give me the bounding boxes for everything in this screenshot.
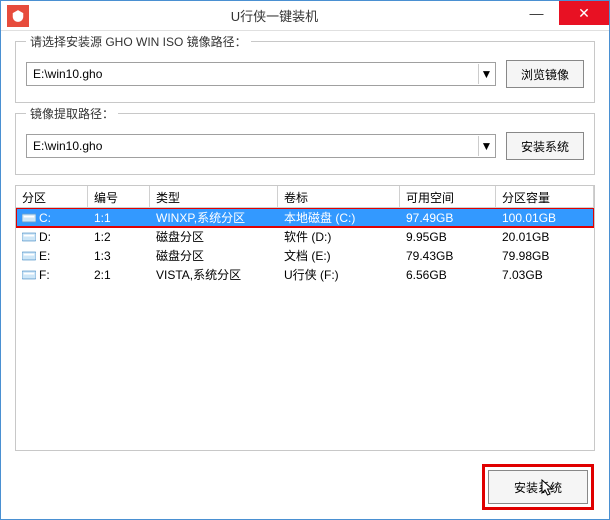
footer: 安装系统 (15, 461, 595, 507)
cell-partition: C: (16, 209, 88, 227)
cell-number: 2:1 (88, 266, 150, 284)
col-volume[interactable]: 卷标 (278, 186, 400, 207)
table-row[interactable]: C:1:1WINXP,系统分区本地磁盘 (C:)97.49GB100.01GB (16, 208, 594, 227)
cell-type: 磁盘分区 (150, 245, 278, 266)
extract-path-combo[interactable]: ▼ (26, 134, 496, 158)
cell-type: 磁盘分区 (150, 226, 278, 247)
extract-path-input[interactable] (26, 134, 496, 158)
cell-free: 79.43GB (400, 247, 496, 265)
app-icon (7, 5, 29, 27)
cell-number: 1:1 (88, 209, 150, 227)
cell-partition: D: (16, 228, 88, 246)
cell-free: 6.56GB (400, 266, 496, 284)
col-type[interactable]: 类型 (150, 186, 278, 207)
install-system-button-top[interactable]: 安装系统 (506, 132, 584, 160)
col-partition[interactable]: 分区 (16, 186, 88, 207)
cell-partition: F: (16, 266, 88, 284)
cell-number: 1:2 (88, 228, 150, 246)
cell-number: 1:3 (88, 247, 150, 265)
cell-volume: U行侠 (F:) (278, 264, 400, 285)
col-free[interactable]: 可用空间 (400, 186, 496, 207)
source-group-label: 请选择安装源 GHO WIN ISO 镜像路径： (26, 33, 251, 50)
source-group: 请选择安装源 GHO WIN ISO 镜像路径： ▼ 浏览镜像 (15, 41, 595, 103)
cell-volume: 本地磁盘 (C:) (278, 208, 400, 228)
cell-capacity: 7.03GB (496, 266, 594, 284)
table-row[interactable]: F:2:1VISTA,系统分区U行侠 (F:)6.56GB7.03GB (16, 265, 594, 284)
cell-type: WINXP,系统分区 (150, 208, 278, 228)
extract-group-label: 镜像提取路径： (26, 105, 118, 122)
install-system-button[interactable]: 安装系统 (488, 470, 588, 504)
source-path-combo[interactable]: ▼ (26, 62, 496, 86)
cell-free: 97.49GB (400, 209, 496, 227)
cell-volume: 软件 (D:) (278, 226, 400, 247)
cell-partition: E: (16, 247, 88, 265)
col-number[interactable]: 编号 (88, 186, 150, 207)
cell-capacity: 100.01GB (496, 209, 594, 227)
table-body: C:1:1WINXP,系统分区本地磁盘 (C:)97.49GB100.01GBD… (16, 208, 594, 450)
cell-capacity: 20.01GB (496, 228, 594, 246)
browse-image-button[interactable]: 浏览镜像 (506, 60, 584, 88)
table-row[interactable]: E:1:3磁盘分区文档 (E:)79.43GB79.98GB (16, 246, 594, 265)
table-header: 分区 编号 类型 卷标 可用空间 分区容量 (16, 186, 594, 208)
source-path-input[interactable] (26, 62, 496, 86)
close-button[interactable]: ✕ (559, 1, 609, 25)
partition-table: 分区 编号 类型 卷标 可用空间 分区容量 C:1:1WINXP,系统分区本地磁… (15, 185, 595, 451)
window-title: U行侠一键装机 (35, 6, 514, 25)
table-row[interactable]: D:1:2磁盘分区软件 (D:)9.95GB20.01GB (16, 227, 594, 246)
extract-group: 镜像提取路径： ▼ 安装系统 (15, 113, 595, 175)
content-area: 请选择安装源 GHO WIN ISO 镜像路径： ▼ 浏览镜像 镜像提取路径： … (1, 31, 609, 519)
cell-free: 9.95GB (400, 228, 496, 246)
col-capacity[interactable]: 分区容量 (496, 186, 594, 207)
cell-volume: 文档 (E:) (278, 245, 400, 266)
cell-type: VISTA,系统分区 (150, 264, 278, 285)
cell-capacity: 79.98GB (496, 247, 594, 265)
minimize-button[interactable]: — (514, 1, 559, 25)
window-controls: — ✕ (514, 1, 609, 30)
app-window: U行侠一键装机 — ✕ 请选择安装源 GHO WIN ISO 镜像路径： ▼ 浏… (0, 0, 610, 520)
titlebar: U行侠一键装机 — ✕ (1, 1, 609, 31)
